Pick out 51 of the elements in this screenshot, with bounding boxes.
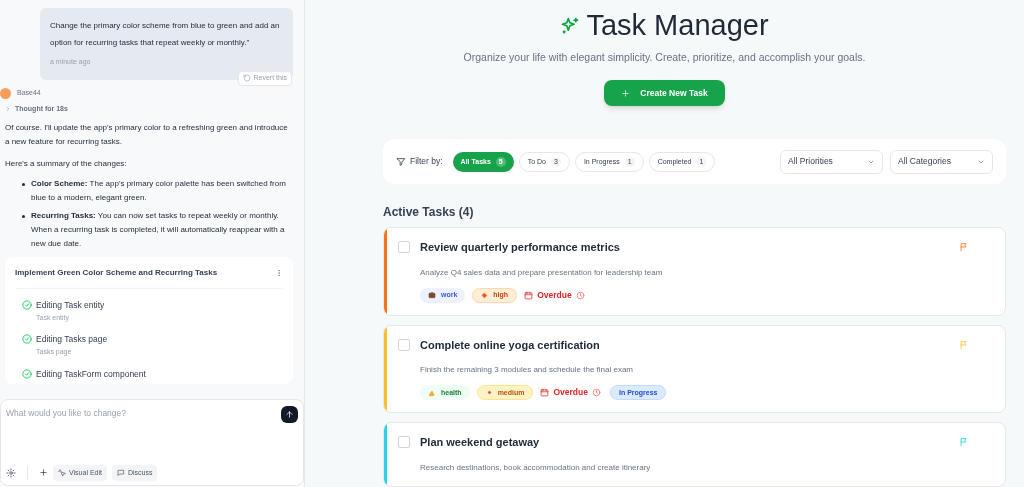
- send-button[interactable]: [281, 406, 298, 423]
- arrow-up-icon: [285, 410, 294, 419]
- flag-icon: [959, 242, 969, 253]
- assistant-paragraph: Here's a summary of the changes:: [5, 158, 128, 170]
- step-title: Editing Task entity: [36, 299, 105, 312]
- task-title: Review quarterly performance metrics: [420, 240, 621, 256]
- calendar-icon: [524, 290, 534, 300]
- bullet-icon: [22, 215, 25, 218]
- app-subtitle: Organize your life with elegant simplicity. Create, prioritize, and accomplish your goals.: [462, 49, 867, 65]
- task-checkbox[interactable]: [398, 241, 410, 254]
- bullet-text: Recurring Tasks: You can now set tasks to repeat weekly or monthly. When a recurring task is completed, it will automatically reappear with a new due date.: [31, 210, 286, 250]
- filter-icon: [396, 156, 406, 167]
- dropdown[interactable]: All Priorities: [780, 149, 883, 174]
- due-label: Overdue: [537, 288, 572, 302]
- briefcase-icon: [428, 291, 436, 300]
- assistant-paragraph: Of course. I'll update the app's primary color to a refreshing green and introduce a new feature for recurring tasks.: [5, 122, 289, 148]
- section-title: Active Tasks (4): [383, 204, 475, 222]
- assistant-avatar: [0, 87, 11, 99]
- more-icon[interactable]: [275, 268, 283, 278]
- plan-title: Implement Green Color Scheme and Recurring Tasks: [15, 267, 218, 279]
- calendar-icon: [540, 388, 550, 398]
- task-description: Research destinations, book accommodation and create itinerary: [420, 461, 652, 474]
- plus-icon: [621, 88, 631, 98]
- clock-icon: [575, 290, 585, 300]
- dot-icon: [485, 389, 493, 397]
- task-description: Finish the remaining 3 modules and schedule the final exam: [420, 364, 634, 377]
- due-label: Overdue: [553, 386, 588, 400]
- filter-label: Filter by:: [410, 155, 443, 169]
- step-title: Editing TaskForm component: [36, 367, 146, 381]
- settings-icon[interactable]: [6, 467, 16, 478]
- message-text: Change the primary color scheme from blue to green and add an option for recurring tasks that repeat weekly or monthly.": [50, 20, 281, 49]
- message-input[interactable]: What would you like to change?: [6, 406, 281, 420]
- plus-icon[interactable]: [39, 468, 48, 478]
- task-title: Complete online yoga certification: [420, 337, 601, 353]
- diamond-icon: [481, 291, 489, 299]
- bullet-icon: [22, 183, 25, 186]
- task-description: Analyze Q4 sales data and prepare presentation for leadership team: [420, 266, 664, 279]
- step-title: Editing Tasks page: [36, 333, 108, 346]
- task-checkbox[interactable]: [398, 338, 410, 351]
- sparkles-icon: [560, 15, 581, 36]
- dropdown[interactable]: All Categories: [890, 149, 993, 174]
- bullet-text: Color Scheme: The app's primary color palette has been switched from blue to a modern, elegant green.: [31, 178, 287, 204]
- chat-icon: [116, 468, 125, 477]
- clock-icon: [591, 388, 601, 398]
- app-title: Task Manager: [586, 8, 769, 43]
- task-checkbox[interactable]: [398, 436, 410, 449]
- flag-icon: [959, 437, 969, 448]
- undo-icon: [242, 74, 251, 83]
- chevron-right-icon: [5, 105, 11, 112]
- task-title: Plan weekend getaway: [420, 435, 541, 451]
- flag-icon: [959, 339, 969, 350]
